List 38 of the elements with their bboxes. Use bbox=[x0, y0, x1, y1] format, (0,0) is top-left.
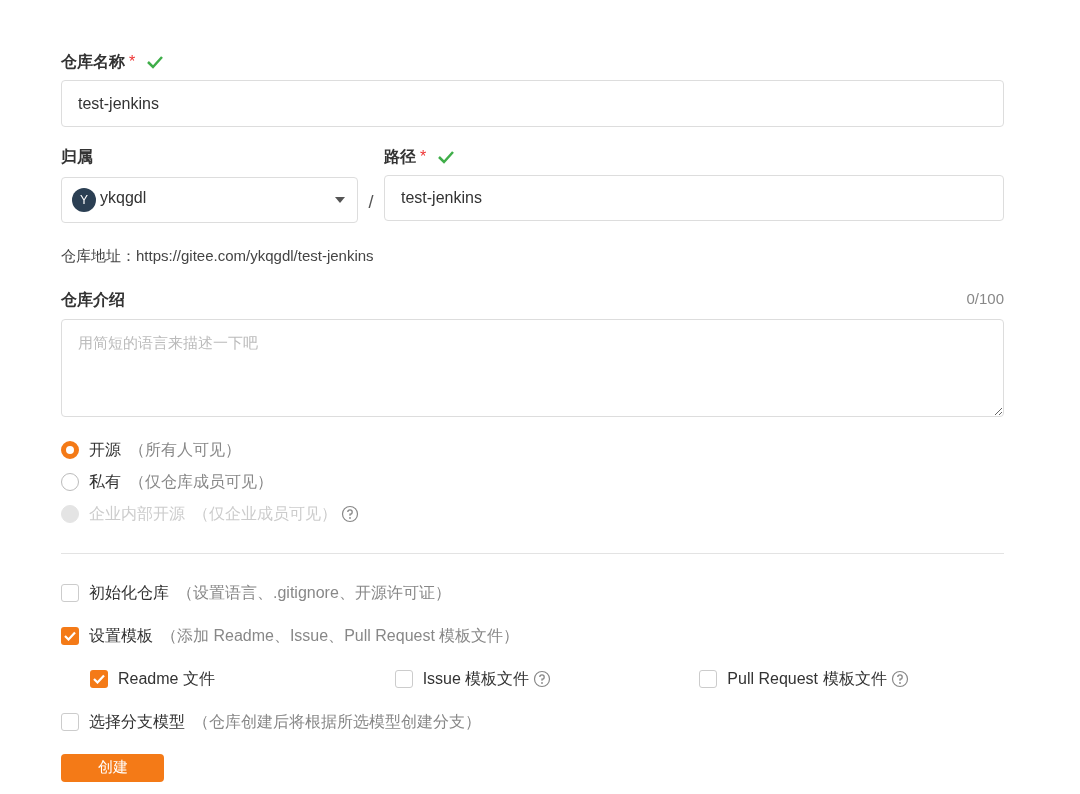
avatar: Y bbox=[72, 188, 96, 212]
field-label: 仓库名称 bbox=[61, 52, 125, 72]
checkbox[interactable] bbox=[394, 669, 413, 688]
option-label: Issue 模板文件 bbox=[422, 668, 530, 689]
option-label: Readme 文件 bbox=[118, 668, 215, 689]
checkbox[interactable] bbox=[90, 669, 108, 688]
radio-button[interactable] bbox=[61, 472, 79, 491]
required-mark: * bbox=[129, 52, 136, 72]
name-input[interactable]: test-jenkins bbox=[61, 80, 1004, 127]
checkbox[interactable] bbox=[61, 712, 79, 731]
field-label: 归属 bbox=[61, 147, 94, 167]
radio-label: 私有 bbox=[89, 471, 121, 492]
option-label: 设置模板 bbox=[89, 625, 153, 646]
radio-button[interactable] bbox=[61, 440, 79, 459]
help-icon[interactable] bbox=[890, 669, 909, 688]
option-hint: （仓库创建后将根据所选模型创建分支） bbox=[193, 711, 481, 732]
field-label: 仓库介绍 bbox=[61, 289, 125, 310]
separator: / bbox=[367, 191, 375, 214]
radio-hint: （仅仓库成员可见） bbox=[129, 471, 273, 492]
help-icon[interactable] bbox=[533, 669, 552, 688]
option-hint: （设置语言、.gitignore、开源许可证） bbox=[177, 582, 451, 603]
checkbox[interactable] bbox=[61, 583, 79, 602]
caret-icon bbox=[335, 197, 345, 203]
field-label: 路径 bbox=[384, 147, 416, 167]
repo-address: 仓库地址：https://gitee.com/ykqgdl/test-jenkins bbox=[61, 246, 375, 266]
radio-label: 开源 bbox=[89, 439, 121, 460]
path-input[interactable]: test-jenkins bbox=[384, 175, 1004, 221]
required-mark: * bbox=[420, 147, 427, 167]
checkbox[interactable] bbox=[61, 626, 79, 645]
radio-hint: （所有人可见） bbox=[129, 439, 241, 460]
owner-name: ykqgdl bbox=[100, 188, 147, 208]
option-label: 初始化仓库 bbox=[89, 582, 169, 603]
option-hint: （添加 Readme、Issue、Pull Request 模板文件） bbox=[161, 625, 520, 646]
char-counter: 0/100 bbox=[966, 289, 1004, 310]
option-label: 选择分支模型 bbox=[89, 711, 185, 732]
owner-select[interactable]: Y ykqgdl bbox=[61, 177, 358, 223]
checkbox[interactable] bbox=[699, 669, 718, 688]
option-label: Pull Request 模板文件 bbox=[727, 668, 887, 689]
